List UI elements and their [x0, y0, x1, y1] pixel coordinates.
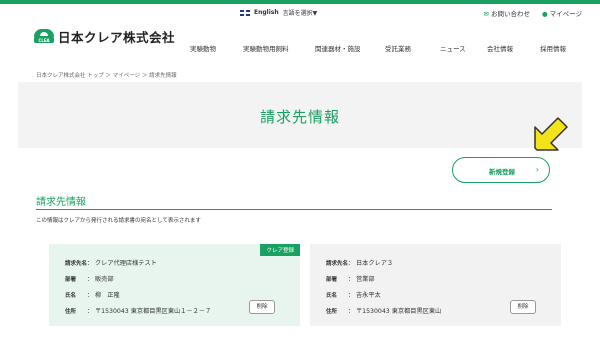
nav-item-recruit[interactable]: 採用情報 — [540, 43, 566, 53]
registered-badge: クレア登録 — [260, 244, 300, 256]
card-field-address: 住所：〒1530043 東京都目黒区東山１－２－７ — [65, 308, 212, 315]
section-divider — [36, 209, 552, 210]
card-field-department: 部署：販売部 — [65, 276, 114, 283]
nav-item-feed[interactable]: 実験動物用飼料 — [243, 43, 289, 53]
card-field-billing-name: 請求先名： 日本クレア３ — [326, 260, 394, 267]
delete-button[interactable]: 削除 — [510, 300, 536, 314]
nav-item-company[interactable]: 会社情報 — [487, 43, 513, 53]
top-accent-bar — [0, 0, 600, 4]
company-logo[interactable]: CLEA 日本クレア株式会社 — [34, 26, 175, 46]
section-note: この情報はクレアから発行される請求書の宛名として表示されます — [36, 218, 201, 224]
english-link[interactable]: English — [254, 9, 279, 16]
nav-item-animals[interactable]: 実験動物 — [190, 43, 216, 53]
card-field-name: 氏名：吉永平太 — [326, 292, 381, 299]
pointer-arrow-icon — [534, 117, 568, 151]
new-registration-button[interactable]: 新規登録 › — [452, 157, 550, 183]
utility-links: ✉ お問い合わせ ● マイページ — [484, 8, 583, 18]
nav-item-news[interactable]: ニュース — [440, 43, 466, 53]
logo-text: 日本クレア株式会社 — [58, 29, 176, 45]
page-title: 請求先情報 — [259, 108, 340, 126]
nav-item-contract[interactable]: 受託業務 — [385, 43, 411, 53]
person-icon: ● — [541, 10, 548, 18]
billing-card[interactable]: クレア登録 請求先名： クレア代理店様テスト 部署：販売部 氏名：柳 正隆 住所：… — [49, 244, 300, 326]
delete-button[interactable]: 削除 — [249, 300, 275, 314]
language-select[interactable]: 言語を選択▼ — [283, 8, 318, 17]
billing-card[interactable]: 請求先名： 日本クレア３ 部署：営業部 氏名：吉永平太 住所：〒1530043 東… — [310, 244, 561, 326]
contact-link[interactable]: ✉ お問い合わせ — [484, 8, 530, 18]
card-field-address: 住所：〒1530043 東京都目黒区東山 — [326, 308, 442, 315]
section-title: 請求先情報 — [36, 197, 86, 208]
clea-logo-icon: CLEA — [34, 26, 54, 46]
card-field-department: 部署：営業部 — [326, 276, 375, 283]
mail-icon: ✉ — [483, 10, 489, 18]
breadcrumb[interactable]: 日本クレア株式会社 トップ ＞ マイページ ＞ 請求先情報 — [36, 71, 177, 79]
mypage-link[interactable]: ● マイページ — [542, 8, 582, 18]
chevron-right-icon: › — [535, 165, 539, 174]
nav-item-equipment[interactable]: 関連器材・施設 — [315, 43, 361, 53]
card-field-name: 氏名：柳 正隆 — [65, 292, 120, 299]
page-hero: 請求先情報 — [18, 82, 582, 148]
language-selector[interactable]: English 言語を選択▼ — [240, 8, 317, 17]
card-field-billing-name: 請求先名： クレア代理店様テスト — [65, 260, 157, 267]
flag-icon — [240, 9, 250, 16]
